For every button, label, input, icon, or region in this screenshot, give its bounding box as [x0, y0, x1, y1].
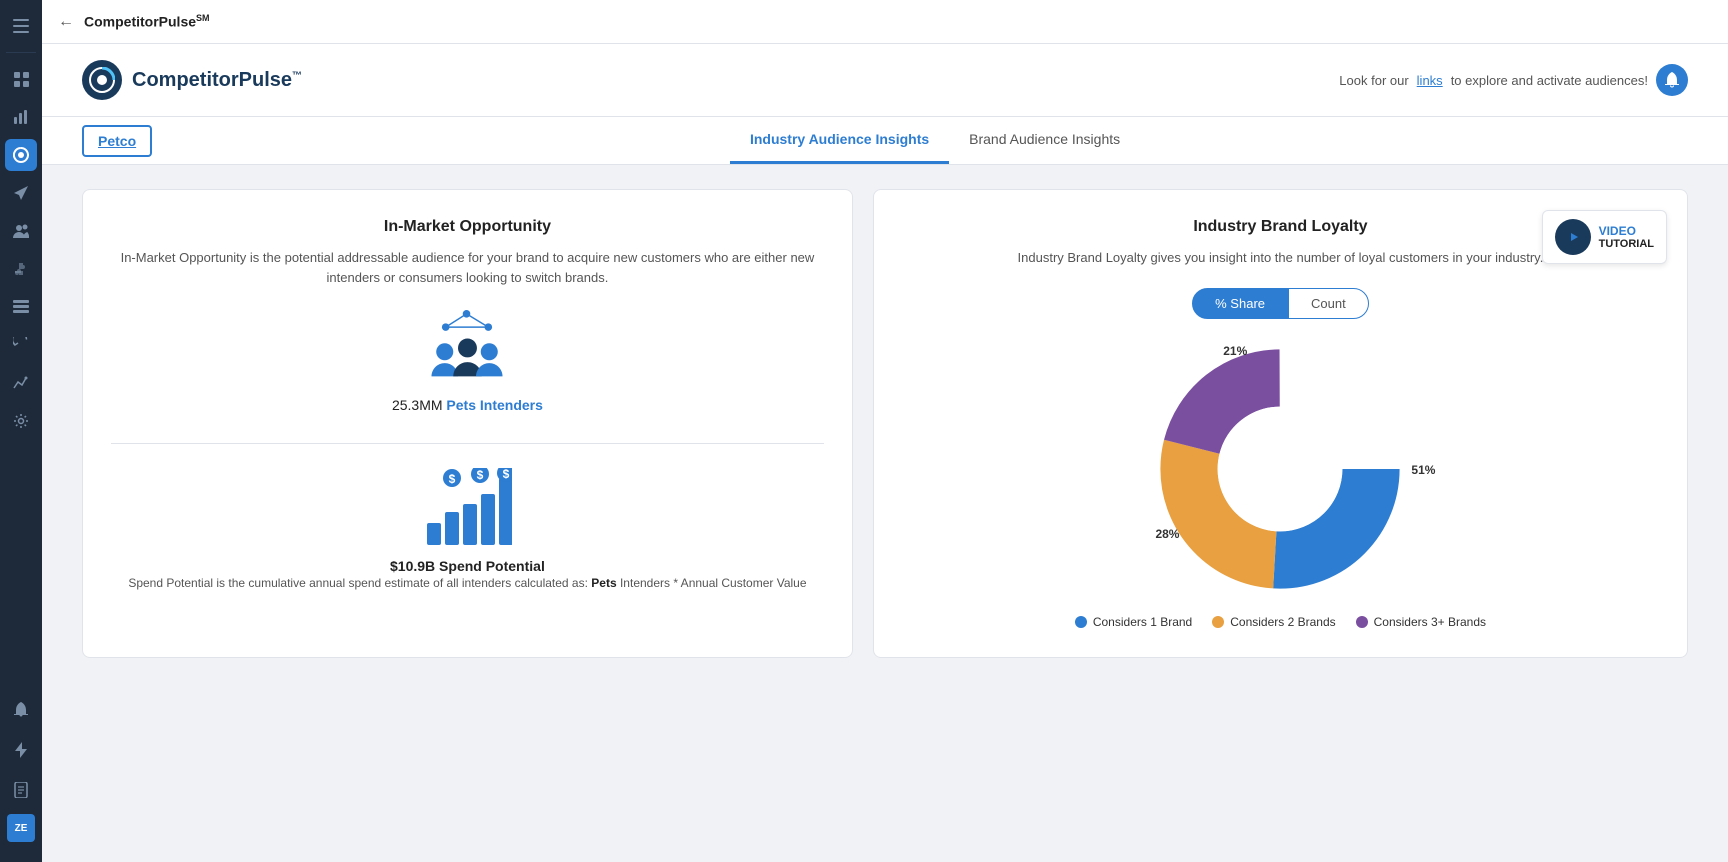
legend-label-2brands: Considers 2 Brands — [1230, 615, 1335, 629]
logo-icon — [82, 60, 122, 100]
sidebar-icon-analytics[interactable] — [5, 101, 37, 133]
sidebar-icon-send[interactable] — [5, 177, 37, 209]
svg-text:$: $ — [449, 472, 456, 486]
pct-28-label: 28% — [1155, 527, 1179, 541]
sidebar-menu-icon[interactable] — [5, 10, 37, 42]
tabs-container: Petco Industry Audience Insights Brand A… — [42, 117, 1728, 165]
money-icon: $ $ $ — [422, 468, 512, 548]
people-icon — [422, 307, 512, 387]
sidebar-icon-settings[interactable] — [5, 405, 37, 437]
sidebar-icon-chart-line[interactable] — [5, 367, 37, 399]
inmarket-card: In-Market Opportunity In-Market Opportun… — [82, 189, 853, 658]
page-content: In-Market Opportunity In-Market Opportun… — [42, 165, 1728, 682]
tabs-group: Industry Audience Insights Brand Audienc… — [730, 117, 1140, 164]
spend-desc: Spend Potential is the cumulative annual… — [128, 574, 806, 592]
donut-chart: 51% 28% 21% — [1150, 339, 1410, 599]
video-tutorial-button[interactable]: VIDEO TUTORIAL — [1542, 210, 1667, 264]
legend-label-3brands: Considers 3+ Brands — [1374, 615, 1486, 629]
spend-label: $10.9B Spend Potential — [390, 558, 545, 574]
cards-row: In-Market Opportunity In-Market Opportun… — [82, 189, 1688, 658]
pct-21-label: 21% — [1223, 344, 1247, 358]
svg-text:$: $ — [503, 468, 510, 481]
page-title: CompetitorPulseSM — [84, 13, 210, 30]
pct-51-label: 51% — [1411, 463, 1435, 477]
legend-label-1brand: Considers 1 Brand — [1093, 615, 1192, 629]
legend-dot-purple — [1356, 616, 1368, 628]
toggle-count-button[interactable]: Count — [1288, 288, 1369, 319]
user-avatar[interactable]: ZE — [7, 814, 35, 842]
legend-item-2brands: Considers 2 Brands — [1212, 615, 1335, 629]
header-links-link[interactable]: links — [1417, 73, 1443, 88]
spend-item: $ $ $ — [111, 468, 824, 592]
sidebar-icon-users[interactable] — [5, 215, 37, 247]
sidebar-icon-table[interactable] — [5, 291, 37, 323]
video-play-icon — [1555, 219, 1591, 255]
brand-selector[interactable]: Petco — [82, 125, 152, 157]
logo-text: CompetitorPulse™ — [132, 69, 302, 92]
app-header: CompetitorPulse™ Look for our links to e… — [42, 44, 1728, 117]
toggle-row: % Share Count — [902, 288, 1659, 319]
donut-center — [1218, 406, 1343, 531]
tab-brand-audience[interactable]: Brand Audience Insights — [949, 117, 1140, 164]
intenders-label: 25.3MM Pets Intenders — [392, 397, 543, 413]
inmarket-title: In-Market Opportunity — [111, 218, 824, 236]
top-bar: ← CompetitorPulseSM — [42, 0, 1728, 44]
sidebar-icon-bell[interactable] — [5, 694, 37, 726]
intenders-item: 25.3MM Pets Intenders — [111, 307, 824, 413]
sidebar-icon-doc[interactable] — [5, 774, 37, 806]
chart-legend: Considers 1 Brand Considers 2 Brands Con… — [1075, 615, 1486, 629]
sidebar: ZE — [0, 0, 42, 862]
sidebar-icon-lightning[interactable] — [5, 734, 37, 766]
legend-item-3brands: Considers 3+ Brands — [1356, 615, 1486, 629]
sidebar-icon-refresh[interactable] — [5, 329, 37, 361]
svg-text:$: $ — [477, 468, 484, 482]
logo-container: CompetitorPulse™ — [82, 60, 302, 100]
main-container: ← CompetitorPulseSM CompetitorPulse™ — [42, 0, 1728, 862]
video-tutorial-text: VIDEO TUTORIAL — [1599, 224, 1654, 250]
sidebar-icon-puzzle[interactable] — [5, 253, 37, 285]
header-right: Look for our links to explore and activa… — [1339, 64, 1688, 96]
legend-item-1brand: Considers 1 Brand — [1075, 615, 1192, 629]
back-button[interactable]: ← — [58, 13, 74, 31]
sidebar-icon-grid[interactable] — [5, 63, 37, 95]
intenders-link[interactable]: Pets Intenders — [446, 397, 542, 413]
sidebar-icon-active[interactable] — [5, 139, 37, 171]
notification-bell[interactable] — [1656, 64, 1688, 96]
tab-industry-audience[interactable]: Industry Audience Insights — [730, 117, 949, 164]
brand-loyalty-card: Industry Brand Loyalty Industry Brand Lo… — [873, 189, 1688, 658]
toggle-share-button[interactable]: % Share — [1192, 288, 1288, 319]
content-area: CompetitorPulse™ Look for our links to e… — [42, 44, 1728, 862]
inmarket-desc: In-Market Opportunity is the potential a… — [111, 248, 824, 287]
legend-dot-blue — [1075, 616, 1087, 628]
legend-dot-orange — [1212, 616, 1224, 628]
donut-chart-container: 51% 28% 21% Considers 1 Brand — [902, 339, 1659, 629]
